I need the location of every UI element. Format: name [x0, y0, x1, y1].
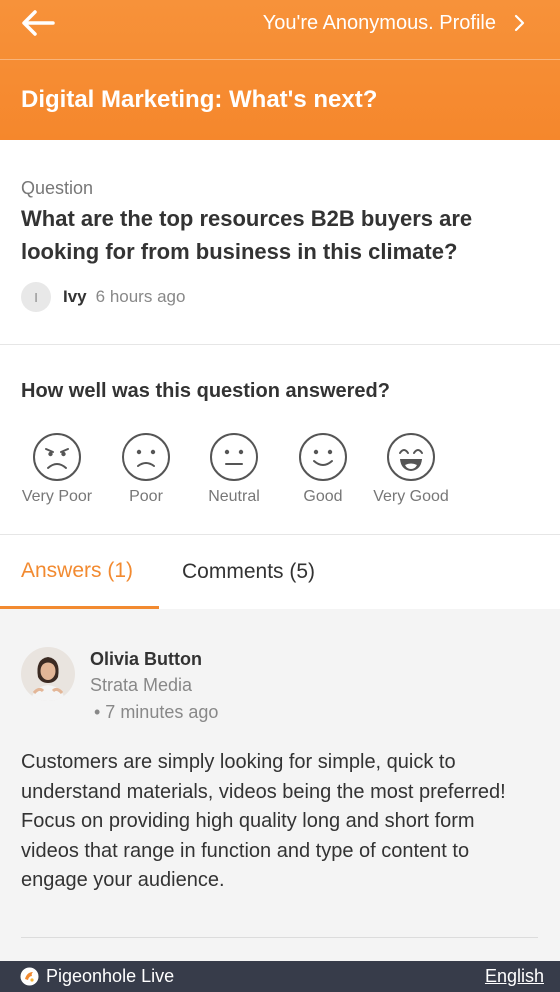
- asker-name: Ivy: [63, 287, 87, 306]
- question-label: Question: [21, 178, 94, 198]
- author-name: Olivia Button: [90, 649, 202, 669]
- answer-body: Customers are simply looking for simple,…: [21, 751, 506, 891]
- question-card: Question What are the top resources B2B …: [0, 140, 560, 345]
- rating-label: Good: [303, 488, 343, 505]
- neutral-face-icon: [210, 433, 258, 481]
- profile-link[interactable]: You're Anonymous. Profile: [263, 10, 530, 36]
- question-asker: I Ivy 6 hours ago: [21, 282, 185, 312]
- footer-bar: Pigeonhole Live English: [0, 961, 560, 992]
- rating-label: Very Poor: [21, 488, 93, 505]
- answers-list: Olivia Button Strata Media • 7 minutes a…: [0, 609, 560, 961]
- good-face-icon: [299, 433, 347, 481]
- asker-avatar: I: [21, 282, 51, 312]
- language-switch[interactable]: English: [485, 966, 544, 987]
- brand[interactable]: Pigeonhole Live: [20, 966, 174, 987]
- nav-row: You're Anonymous. Profile: [0, 0, 560, 60]
- rating-very-poor[interactable]: Very Poor: [12, 432, 102, 506]
- back-button[interactable]: [20, 8, 60, 38]
- rating-prompt: How well was this question answered?: [21, 380, 390, 402]
- divider: [21, 937, 538, 938]
- tab-comments[interactable]: Comments (5): [182, 535, 315, 609]
- tab-bar: Answers (1) Comments (5): [0, 535, 560, 609]
- rating-options: Very Poor Poor Neutral Good Very Good: [0, 432, 560, 522]
- very-good-face-icon: [387, 433, 435, 481]
- question-time: 6 hours ago: [95, 287, 186, 306]
- session-title: Digital Marketing: What's next?: [21, 86, 378, 113]
- rating-very-good[interactable]: Very Good: [366, 432, 456, 506]
- very-poor-face-icon: [33, 433, 81, 481]
- poor-face-icon: [122, 433, 170, 481]
- rating-label: Very Good: [373, 488, 449, 505]
- question-text: What are the top resources B2B buyers ar…: [21, 206, 473, 264]
- brand-name: Pigeonhole Live: [46, 966, 175, 986]
- rating-poor[interactable]: Poor: [101, 432, 191, 506]
- answer-time: • 7 minutes ago: [94, 702, 219, 722]
- author-avatar: [21, 647, 75, 701]
- answer-rating: How well was this question answered? Ver…: [0, 345, 560, 535]
- rating-good[interactable]: Good: [278, 432, 368, 506]
- chevron-right-icon: [514, 14, 525, 32]
- profile-label: You're Anonymous. Profile: [262, 11, 496, 34]
- tab-answers[interactable]: Answers (1): [0, 535, 159, 609]
- pigeonhole-logo-icon: [20, 967, 39, 986]
- rating-neutral[interactable]: Neutral: [189, 432, 279, 506]
- author-company: Strata Media: [90, 675, 193, 695]
- author-photo: [21, 647, 75, 701]
- top-bar: You're Anonymous. Profile Digital Market…: [0, 0, 560, 140]
- rating-label: Poor: [129, 488, 163, 505]
- arrow-left-icon: [22, 10, 55, 36]
- rating-label: Neutral: [208, 488, 260, 505]
